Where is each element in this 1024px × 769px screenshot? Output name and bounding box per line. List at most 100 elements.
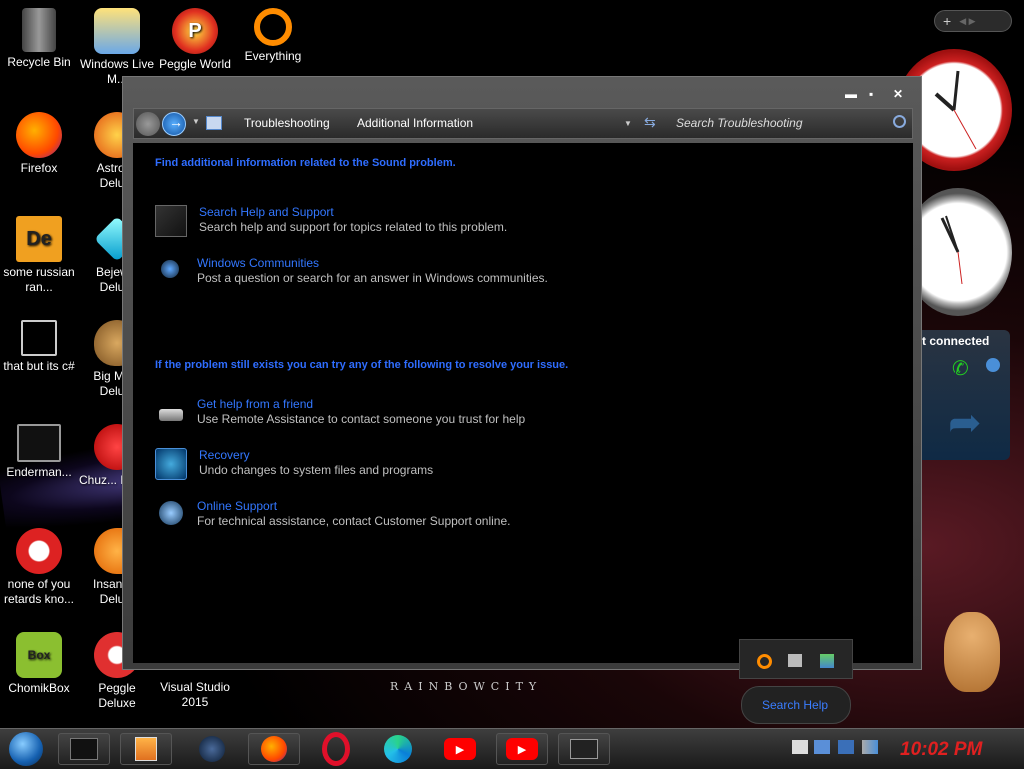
troubleshooting-icon (206, 116, 222, 130)
gadget-prev-icon[interactable]: ◀ ▶ (959, 16, 975, 27)
network-app-icon[interactable] (820, 654, 834, 668)
start-button[interactable] (2, 732, 50, 766)
taskbar-app-youtube-2[interactable]: ▶ (496, 733, 548, 765)
option-title[interactable]: Search Help and Support (199, 205, 507, 220)
option-title[interactable]: Get help from a friend (197, 397, 525, 412)
taskbar-clock[interactable]: 10:02 PM (900, 739, 982, 761)
troubleshooting-window: ▬ ▪ ✕ → ▼ Troubleshooting Additional Inf… (122, 76, 922, 670)
option-search-help-support[interactable]: Search Help and Support Search help and … (155, 205, 507, 237)
show-hidden-icons-button[interactable] (792, 740, 808, 754)
windows-orb-icon (9, 732, 43, 766)
window-icon (570, 739, 598, 759)
back-button[interactable] (136, 112, 160, 136)
volume-icon[interactable] (862, 740, 878, 754)
taskbar-app-black-box[interactable] (58, 733, 110, 765)
taskbar-app-edge[interactable] (372, 733, 424, 765)
desktop-icon-label: none of you retards kno... (3, 577, 75, 606)
option-title[interactable]: Windows Communities (197, 256, 548, 271)
youtube-icon: ▶ (444, 738, 476, 760)
desktop-icon-russian[interactable]: De some russian ran... (0, 216, 78, 295)
desktop-icon-peggle-world[interactable]: P Peggle World (156, 8, 234, 72)
close-button[interactable]: ✕ (893, 87, 903, 101)
content-pane: Find additional information related to t… (133, 143, 913, 663)
desktop-icon-label: ChomikBox (8, 681, 70, 695)
option-title[interactable]: Recovery (199, 448, 433, 463)
search-placeholder: Search Troubleshooting (676, 116, 803, 130)
youtube-icon: ▶ (506, 738, 538, 760)
desktop-icon-label: Everything (244, 49, 302, 63)
desktop-icon-that-but-csharp[interactable]: that but its c# (0, 320, 78, 374)
search-input[interactable]: Search Troubleshooting (668, 111, 912, 136)
search-icon[interactable] (893, 115, 906, 128)
refresh-arrows-icon[interactable]: ⇆ (644, 114, 656, 131)
tray-overflow-popup (739, 639, 853, 679)
option-description: For technical assistance, contact Custom… (197, 514, 511, 528)
desktop-icon-recycle-bin[interactable]: Recycle Bin (0, 8, 78, 70)
communities-icon (155, 256, 185, 286)
arrow-right-icon: → (169, 114, 183, 130)
desktop-icon-label: Firefox (20, 161, 58, 175)
forward-button[interactable]: → (162, 112, 186, 136)
option-description: Search help and support for topics relat… (199, 220, 508, 234)
phone-icon[interactable]: ✆ (952, 356, 969, 381)
taskbar-app-globe[interactable] (186, 733, 238, 765)
recovery-icon (155, 448, 187, 480)
breadcrumb-troubleshooting[interactable]: Troubleshooting (244, 116, 330, 130)
taskbar-app-media-player[interactable] (120, 733, 172, 765)
refresh-icon[interactable] (986, 358, 1000, 372)
address-dropdown-icon[interactable]: ▼ (624, 119, 632, 128)
desktop-icon-enderman[interactable]: Enderman... (0, 424, 78, 480)
desktop-icon-visual-studio[interactable]: Visual Studio 2015 (156, 672, 234, 710)
desktop-icon-everything[interactable]: Everything (234, 8, 312, 64)
windows-stack-icon (21, 320, 57, 356)
desktop-icon-label: Enderman... (6, 465, 72, 479)
desktop-icon-none-of-you[interactable]: none of you retards kno... (0, 528, 78, 607)
option-get-help-friend[interactable]: Get help from a friend Use Remote Assist… (155, 397, 525, 427)
taskbar-app-troubleshooting[interactable] (558, 733, 610, 765)
taskbar-app-firefox[interactable] (248, 733, 300, 765)
option-windows-communities[interactable]: Windows Communities Post a question or s… (155, 256, 548, 286)
opera-icon (322, 732, 350, 766)
breadcrumb-additional-information[interactable]: Additional Information (357, 116, 473, 130)
option-title[interactable]: Online Support (197, 499, 511, 514)
section-heading-additional-info: Find additional information related to t… (155, 157, 456, 169)
peggle-world-icon: P (172, 8, 218, 54)
de-app-icon: De (16, 216, 62, 262)
network-icon[interactable] (838, 740, 854, 754)
option-description: Undo changes to system files and program… (199, 463, 434, 477)
online-support-icon (155, 499, 185, 529)
action-center-icon[interactable] (814, 740, 830, 754)
history-dropdown-icon[interactable]: ▼ (192, 117, 200, 126)
desktop-icon-firefox[interactable]: Firefox (0, 112, 78, 176)
maximize-button[interactable]: ▪ (869, 87, 873, 101)
screenshot-tool-icon[interactable] (788, 654, 802, 667)
black-box-icon (70, 738, 98, 760)
chomikbox-icon: Box (16, 632, 62, 678)
network-status: t connected (922, 334, 990, 348)
add-gadget-icon[interactable]: + (943, 13, 951, 29)
desktop-icon-label: Peggle Deluxe (98, 681, 136, 710)
list-document-icon (17, 424, 61, 462)
desktop-icon-label: Recycle Bin (7, 55, 71, 69)
option-online-support[interactable]: Online Support For technical assistance,… (155, 499, 511, 529)
firefox-icon (261, 736, 287, 762)
gadget-toolbar[interactable]: + ◀ ▶ (934, 10, 1012, 32)
edge-icon (384, 735, 412, 763)
minimize-button[interactable]: ▬ (845, 87, 857, 101)
search-help-gadget[interactable]: Search Help (741, 686, 851, 724)
hamster-gadget[interactable] (938, 606, 1008, 706)
taskbar-app-opera[interactable] (310, 732, 362, 766)
desktop-icon-label: Visual Studio 2015 (160, 680, 230, 709)
navigation-bar: → ▼ Troubleshooting Additional Informati… (133, 108, 913, 139)
red-dragon-icon (16, 528, 62, 574)
arrow-forward-icon: ➦ (948, 401, 982, 445)
everything-search-icon[interactable] (757, 654, 772, 669)
network-gadget[interactable]: t connected ✆ ➦ (918, 330, 1010, 460)
option-recovery[interactable]: Recovery Undo changes to system files an… (155, 448, 433, 480)
taskbar-app-youtube-1[interactable]: ▶ (434, 733, 486, 765)
wallpaper-watermark: RAINBOWCITY (390, 680, 543, 693)
option-description: Post a question or search for an answer … (197, 271, 548, 285)
globe-icon (199, 736, 225, 762)
desktop-icon-chomikbox[interactable]: Box ChomikBox (0, 632, 78, 696)
hamster-icon (944, 612, 1000, 692)
